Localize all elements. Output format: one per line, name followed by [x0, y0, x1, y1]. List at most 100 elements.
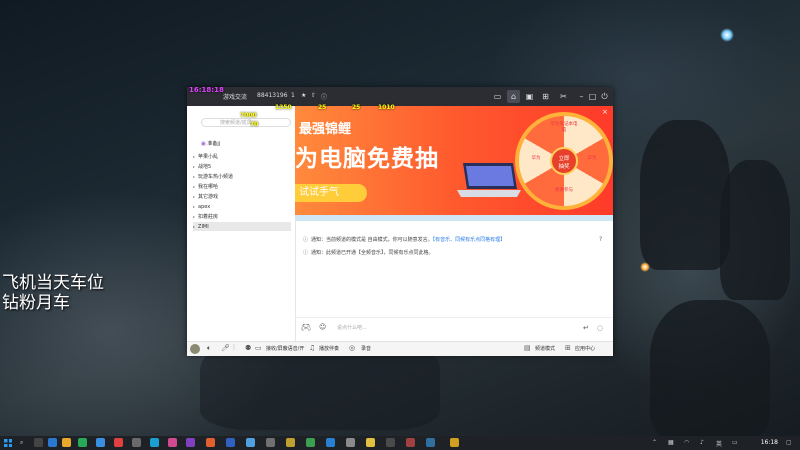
avatar[interactable]: [190, 344, 200, 354]
channel-label: apex: [198, 204, 211, 210]
music-icon[interactable]: ♫: [309, 344, 315, 352]
channel-mode-icon[interactable]: ▤: [524, 344, 531, 352]
wifi-icon[interactable]: ◠: [684, 439, 689, 446]
taskbar-app-icon[interactable]: [34, 438, 43, 447]
current-user[interactable]: ▣ 准备jj: [201, 140, 220, 147]
record-button[interactable]: 录音: [361, 345, 371, 352]
stream-stat: 1010: [378, 104, 395, 111]
taskbar-app-icon[interactable]: [78, 438, 87, 447]
chat-input-bar: 🎮︎ ☺ 说点什么吧... ↵ ◌: [295, 317, 613, 342]
channel-label: ZIMI: [198, 224, 209, 230]
chat-bubble-icon[interactable]: ◌: [597, 324, 603, 332]
wheel-prize-label: 华为笔记本电脑: [550, 122, 578, 133]
channel-item[interactable]: ▸ 苹果小乱: [193, 152, 291, 161]
collapse-triangle-icon: ▸: [193, 174, 196, 179]
home-icon[interactable]: ⌂: [507, 90, 520, 103]
help-icon[interactable]: ?: [599, 236, 602, 243]
taskbar-app-icon[interactable]: [226, 438, 235, 447]
notification-icon[interactable]: ▢: [786, 439, 792, 446]
taskbar-app-icon[interactable]: [366, 438, 375, 447]
wheel-prize-label: 华为: [531, 156, 541, 161]
search-icon[interactable]: ⌕: [20, 439, 23, 447]
apps-icon[interactable]: ⊞: [565, 344, 571, 352]
collapse-triangle-icon: ▸: [193, 164, 196, 169]
channel-item[interactable]: ▸ apex: [193, 202, 291, 211]
taskbar-app-icon[interactable]: [426, 438, 435, 447]
battery-icon[interactable]: ▭: [732, 439, 738, 446]
promo-banner[interactable]: 最强锦鲤 为电脑免费抽 试试手气 华为笔记本电脑 华为 谢谢参与 华为 立即 抽…: [295, 106, 613, 215]
channel-item[interactable]: ▸ 扣着莊房: [193, 212, 291, 221]
collapse-triangle-icon: ▸: [193, 184, 196, 189]
taskbar-app-icon[interactable]: [186, 438, 195, 447]
taskbar-app-icon[interactable]: [326, 438, 335, 447]
settings-sliders-icon[interactable]: ⫶: [233, 344, 235, 353]
channel-item[interactable]: ▸ 玩游车热小频道: [193, 172, 291, 181]
app-center-button[interactable]: 应用中心: [575, 345, 595, 352]
taskbar-app-icon[interactable]: [96, 438, 105, 447]
user-voice-icon[interactable]: ⚉: [245, 344, 251, 352]
network-icon[interactable]: ▦: [668, 439, 674, 446]
volume-icon[interactable]: ♪: [700, 439, 704, 446]
channel-mode-button[interactable]: 频道模式: [535, 345, 555, 352]
notice-link[interactable]: 【有音乐、同候有乐点同格有理】: [433, 237, 506, 243]
microphone-icon[interactable]: 🎤︎: [221, 344, 230, 352]
lottery-wheel[interactable]: 华为笔记本电脑 华为 谢谢参与 华为 立即 抽奖: [515, 112, 613, 210]
taskbar-app-icon[interactable]: [168, 438, 177, 447]
star-icon[interactable]: ★: [301, 92, 306, 99]
taskbar-app-icon[interactable]: [286, 438, 295, 447]
taskbar-clock[interactable]: 16:18: [761, 439, 778, 446]
wallpaper-light: [640, 262, 650, 272]
banner-try-button[interactable]: 试试手气: [295, 184, 367, 202]
notice-tag: 通知: [311, 250, 322, 256]
channel-item[interactable]: ▸ 其它游戏: [193, 192, 291, 201]
taskbar-app-icon[interactable]: [246, 438, 255, 447]
taskbar-app-icon[interactable]: [450, 438, 459, 447]
screen-icon[interactable]: ▭: [491, 90, 504, 103]
channel-item-active[interactable]: ▸ ZIMI: [193, 222, 291, 231]
record-icon[interactable]: ◎: [349, 344, 355, 352]
channel-item[interactable]: ▸ 战地5: [193, 162, 291, 171]
taskbar-app-icon[interactable]: [206, 438, 215, 447]
taskbar-app-icon[interactable]: [406, 438, 415, 447]
ime-icon[interactable]: 英: [716, 439, 722, 448]
close-icon[interactable]: ×: [602, 109, 609, 116]
send-icon[interactable]: ↵: [583, 324, 589, 332]
taskbar-app-icon[interactable]: [132, 438, 141, 447]
banner-headline: 为电脑免费抽: [295, 146, 439, 172]
emoji-icon[interactable]: ☺: [319, 323, 326, 331]
taskbar-app-icon[interactable]: [346, 438, 355, 447]
collapse-triangle-icon: ▸: [193, 214, 196, 219]
info-icon[interactable]: ⓘ: [321, 92, 327, 101]
taskbar-app-icon[interactable]: [48, 438, 57, 447]
voice-receive-toggle[interactable]: 接收/屏蔽语音/开: [266, 345, 304, 352]
stream-clock: 16:18:18: [189, 86, 224, 94]
tools-icon[interactable]: ✂: [557, 90, 570, 103]
taskbar-app-icon[interactable]: [306, 438, 315, 447]
banner-progress-strip: [295, 215, 613, 221]
share-icon[interactable]: ⇧: [311, 92, 316, 99]
volume-icon[interactable]: 🔈︎: [207, 344, 211, 353]
taskbar-app-icon[interactable]: [386, 438, 395, 447]
channel-search-input[interactable]: 搜索频道/成员: [201, 118, 291, 127]
accompaniment-button[interactable]: 播放伴奏: [319, 345, 339, 352]
game-icon[interactable]: ▣: [523, 90, 536, 103]
chat-input[interactable]: 说点什么吧...: [337, 324, 367, 331]
taskbar-app-icon[interactable]: [62, 438, 71, 447]
shirt-icon[interactable]: ⊞: [539, 90, 552, 103]
taskbar-app-icon[interactable]: [114, 438, 123, 447]
wheel-draw-button[interactable]: 立即 抽奖: [550, 147, 578, 175]
room-id[interactable]: 88413196: [257, 92, 288, 99]
monitor-icon[interactable]: ▭: [255, 344, 262, 352]
wheel-center-line: 抽奖: [558, 164, 570, 170]
taskbar-app-icon[interactable]: [150, 438, 159, 447]
channel-label: 玩游车热小频道: [198, 174, 234, 180]
notice-tag: 通知: [311, 237, 322, 243]
laptop-image: [457, 163, 521, 197]
channel-item[interactable]: ▸ 我在哪哈: [193, 182, 291, 191]
windows-start-icon[interactable]: [4, 439, 12, 447]
power-icon[interactable]: ⏻: [598, 90, 611, 103]
gamepad-icon[interactable]: 🎮︎: [301, 323, 311, 332]
taskbar-app-icon[interactable]: [266, 438, 275, 447]
wallpaper-light: [720, 28, 734, 42]
chevron-up-icon[interactable]: ⌃: [652, 439, 657, 446]
